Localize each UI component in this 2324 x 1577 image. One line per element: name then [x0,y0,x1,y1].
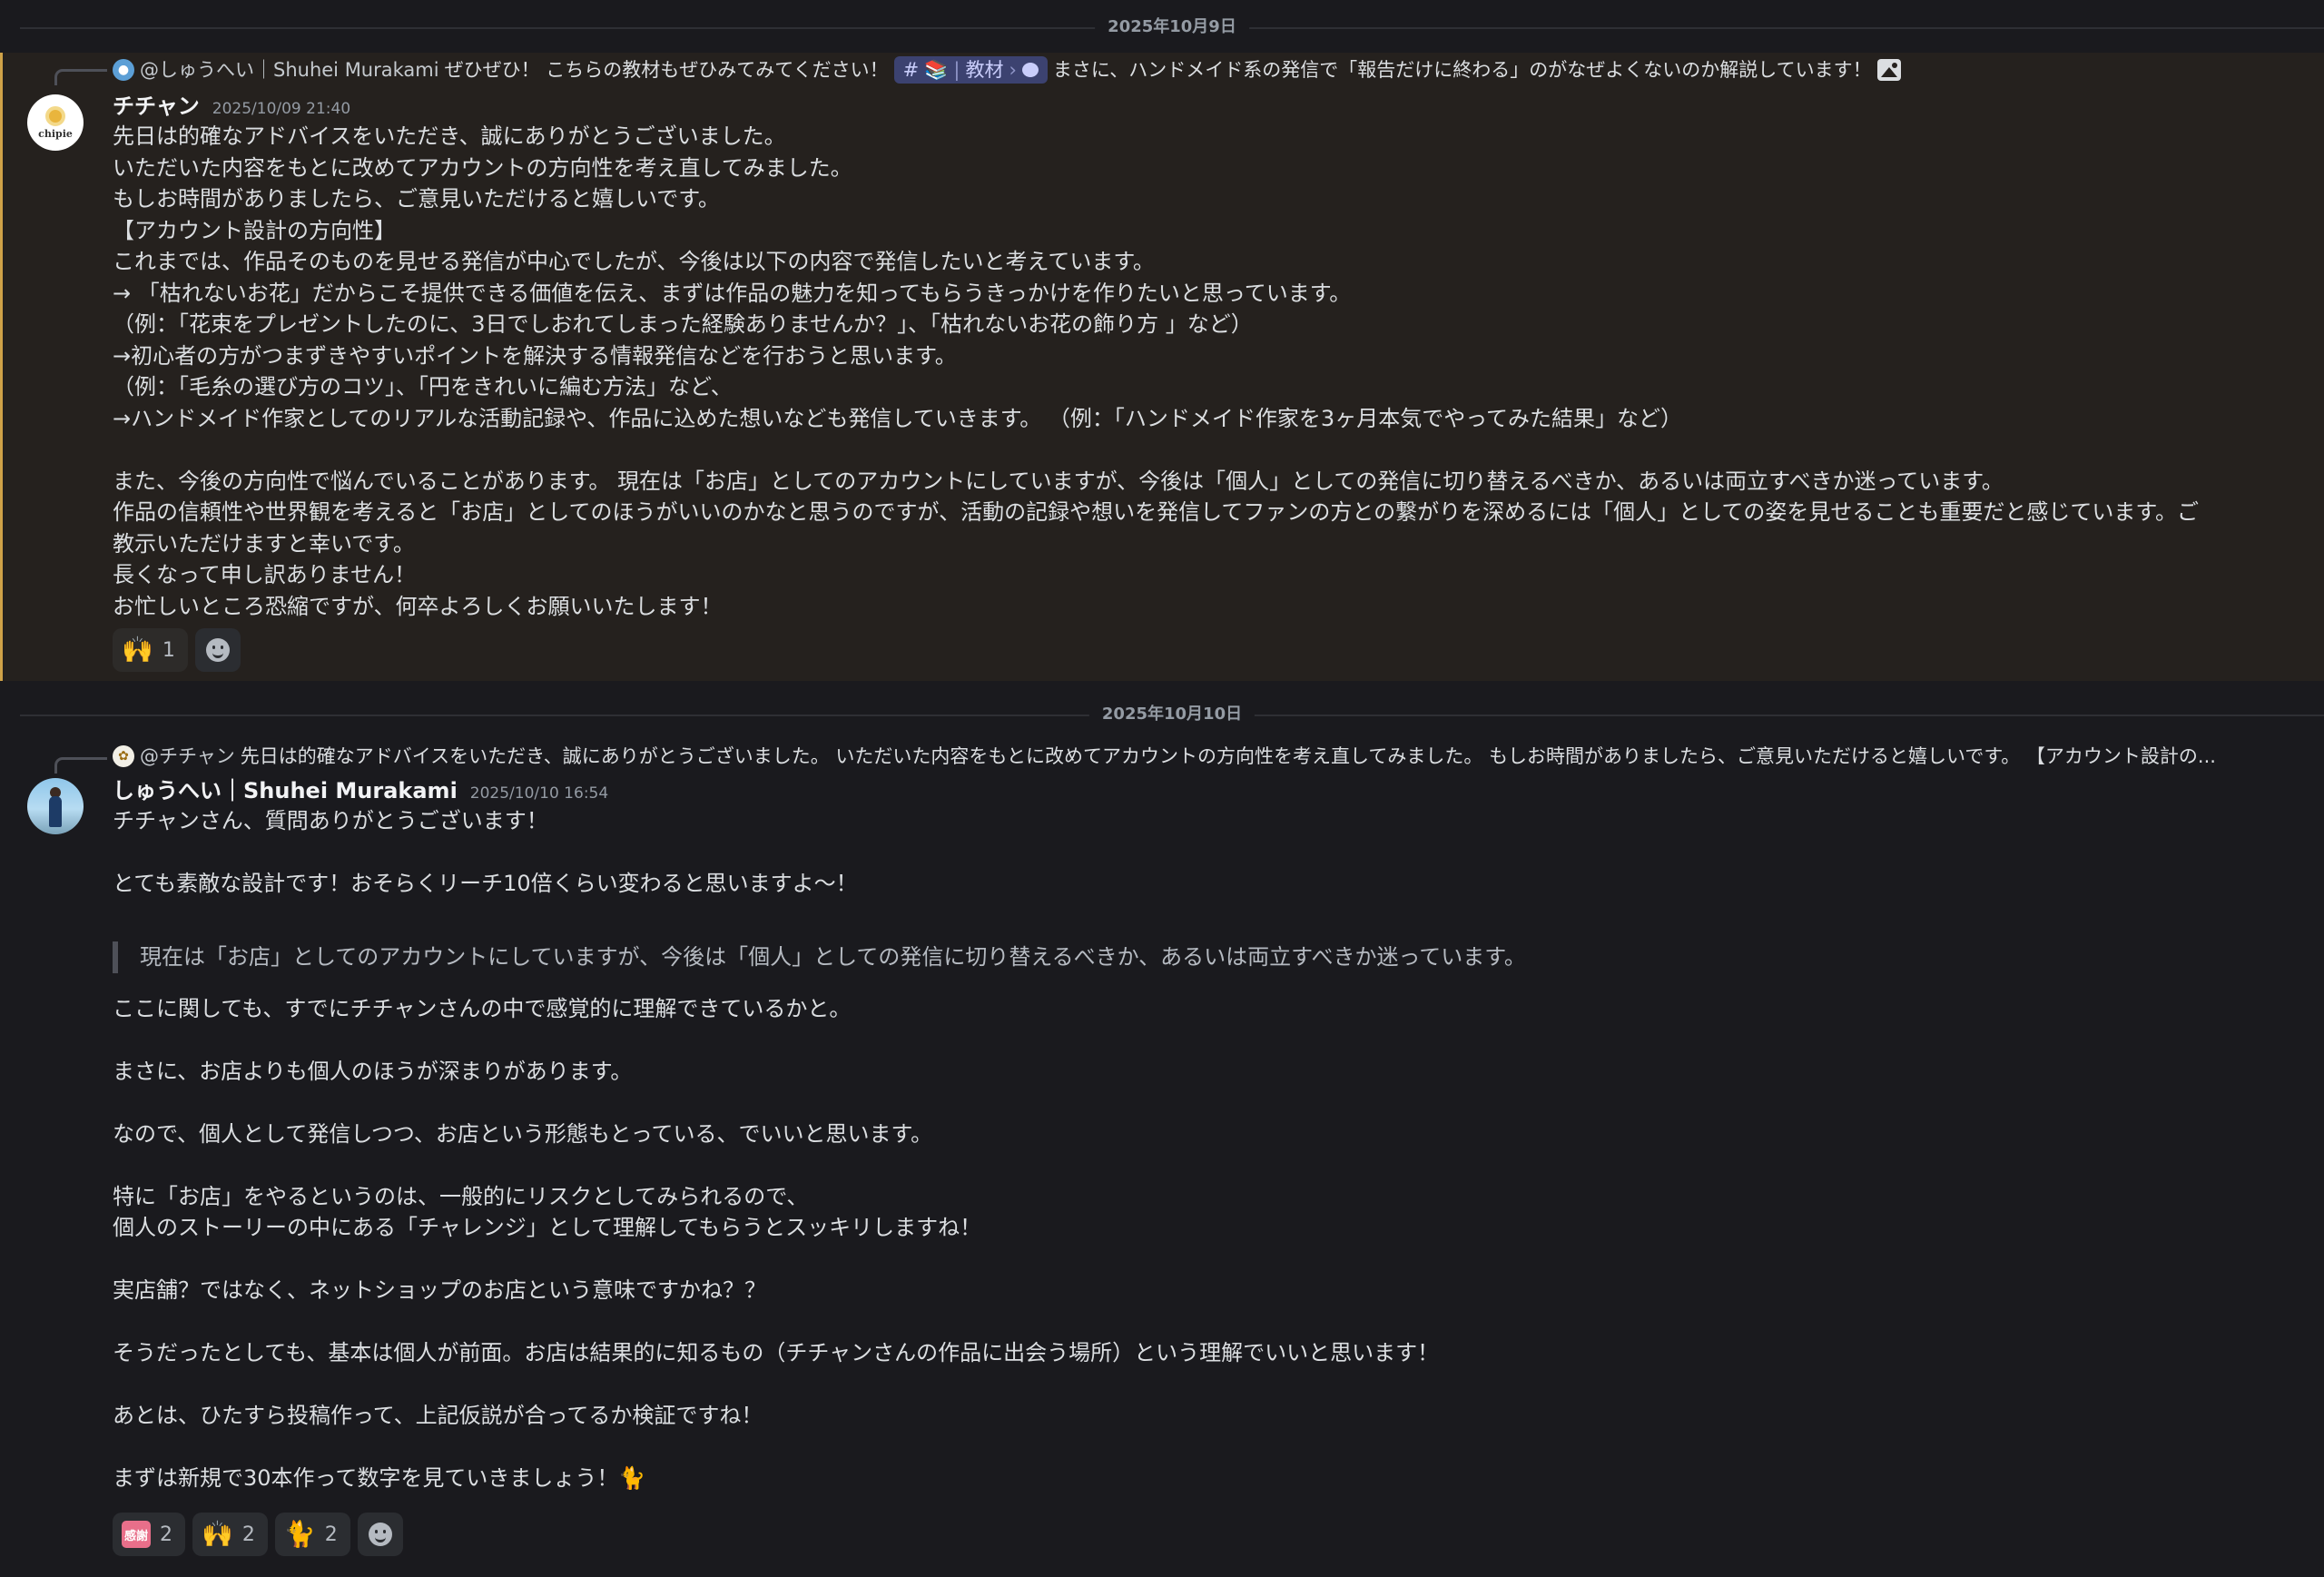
cat-icon: 🐈 [283,1519,316,1549]
avatar-logo-text: chipie [38,127,73,140]
message-line: もしお時間がありましたら、ご意見いただけると嬉しいです。 [113,186,720,212]
date-divider: 2025年10月10日 [20,704,2324,725]
reaction-kansha[interactable]: 感謝 2 [113,1513,185,1556]
chat-view: 2025年10月9日 ● @しゅうへい｜Shuhei Murakami ぜひぜひ… [0,0,2324,1577]
reply-preview[interactable]: ✿ @チチャン 先日は的確なアドバイスをいただき、誠にありがとうございました。 … [113,741,2306,772]
message-line: 先日は的確なアドバイスをいただき、誠にありがとうございました。 [113,123,786,149]
books-icon: 📚 [924,59,949,81]
channel-name: 教材 [965,59,1004,81]
message-line [113,1244,2302,1276]
channel-separator: | [953,59,960,81]
message-line: いただいた内容をもとに改めてアカウントの方向性を考え直してみました。 [113,154,852,181]
message-line: （例：「花束をプレゼントしたのに、3日でしおれてしまった経験ありませんか？」、「… [113,311,1253,337]
reply-text-before: ぜひぜひ！ こちらの教材もぜひみてみてください！ [444,59,889,81]
message-line: これまでは、作品そのものを見せる発信が中心でしたが、今後は以下の内容で発信したい… [113,249,1155,274]
message-line: 長くなって申し訳ありません！ [113,562,417,587]
message-line [113,1369,2302,1401]
message-line [113,1149,2302,1181]
message-line: また、今後の方向性で悩んでいることがあります。 現在は「お店」としてのアカウント… [113,468,2004,494]
raised-hands-icon: 🙌 [202,1519,233,1549]
message-header: チチャン 2025/10/09 21:40 [113,91,350,122]
smile-plus-icon [205,638,230,662]
speech-bubble-icon [1021,63,1039,77]
reaction-cat[interactable]: 🐈 2 [274,1513,350,1556]
message-line: なので、個人として発信しつつ、お店という形態もとっている、でいいと思います。 [113,1120,933,1147]
avatar-person-body [49,796,62,827]
avatar[interactable]: chipie [27,94,84,151]
message-line: →初心者の方がつまずきやすいポイントを解決する情報発信などを行おうと思います。 [113,342,957,369]
message-line: まずは新規で30本作って数字を見ていきましょう！🐈 [113,1465,646,1491]
message-line [113,1432,2302,1464]
chevron-right-icon: › [1009,59,1017,81]
message-line: 教示いただけますと幸いです。 [113,530,415,557]
message-line: 作品の信頼性や世界観を考えると「お店」としてのほうがいいのかなと思うのですが、活… [113,499,2199,525]
message-line: お忙しいところ恐縮ですが、何卒よろしくお願いいたします！ [113,593,723,619]
message-body: 先日は的確なアドバイスをいただき、誠にありがとうございました。 いただいた内容を… [113,121,2302,622]
message-line: 【アカウント設計の方向性】 [113,217,396,243]
message-line: →ハンドメイド作家としてのリアルな活動記録や、作品に込めた想いなども発信していき… [113,405,1683,431]
raised-hands-icon: 🙌 [122,635,153,665]
message-body: チチャンさん、質問ありがとうございます！ とても素敵な設計です！おそらくリーチ1… [113,805,2302,1494]
channel-hash-icon: # [902,59,920,81]
message-line [113,434,2302,466]
message-line: まさに、お店よりも個人のほうが深まりがあります。 [113,1058,633,1084]
reply-connector [54,757,107,774]
message-timestamp[interactable]: 2025/10/09 21:40 [212,94,350,124]
author-name[interactable]: しゅうへい｜Shuhei Murakami [113,775,458,806]
reaction-count: 2 [160,1523,172,1546]
message-timestamp[interactable]: 2025/10/10 16:54 [470,778,608,809]
message-line: 実店舗？ではなく、ネットショップのお店という意味ですかね？？ [113,1277,766,1303]
quote-text: 現在は「お店」としてのアカウントにしていますが、今後は「個人」としての発信に切り… [140,944,1526,970]
reaction-raised-hands[interactable]: 🙌 1 [113,628,188,672]
message-line: とても素敵な設計です！おそらくリーチ10倍くらい変わると思いますよ〜！ [113,871,858,896]
message-line: そうだったとしても、基本は個人が前面。お店は結果的に知るもの（チチャンさんの作品… [113,1340,1440,1365]
message-line: → 「枯れないお花」だからこそ提供できる価値を伝え、まずは作品の魅力を知ってもら… [113,280,1352,306]
mention-highlight-bar [0,53,3,681]
reply-preview[interactable]: ● @しゅうへい｜Shuhei Murakami ぜひぜひ！ こちらの教材もぜひ… [113,54,2306,85]
reply-text-after: まさに、ハンドメイド系の発信で「報告だけに終わる」のがなぜよくないのか解説してい… [1052,59,1872,81]
reaction-count: 2 [241,1523,255,1546]
reply-mention[interactable]: @しゅうへい｜Shuhei Murakami [140,54,439,85]
add-reaction-button[interactable] [194,628,241,672]
message-line [113,837,2302,869]
message-line: 個人のストーリーの中にある「チャレンジ」として理解してもらうとスッキリしますね！ [113,1215,982,1240]
reply-avatar: ● [113,59,134,81]
add-reaction-button[interactable] [357,1513,403,1556]
message-line: 特に「お店」をやるというのは、一般的にリスクとしてみられるので、 [113,1183,809,1209]
reply-avatar: ✿ [113,745,134,767]
reaction-raised-hands[interactable]: 🙌 2 [192,1513,268,1556]
reaction-count: 1 [162,638,175,662]
flower-icon [45,105,65,126]
date-divider-label: 2025年10月9日 [1095,16,1249,38]
message-line [113,1024,2302,1056]
message-line: あとは、ひたすら投稿作って、上記仮説が合ってるか検証ですね！ [113,1403,763,1428]
reply-mention[interactable]: @チチャン [140,741,235,772]
channel-mention[interactable]: # 📚 | 教材 › [893,56,1048,84]
kansha-icon: 感謝 [122,1521,151,1548]
reaction-count: 2 [324,1523,338,1546]
message-line [113,1087,2302,1119]
image-icon [1876,59,1901,81]
date-divider: 2025年10月9日 [20,16,2324,38]
message-line [113,1306,2302,1338]
message-line: ここに関しても、すでにチチャンさんの中で感覚的に理解できているかと。 [113,995,852,1021]
date-divider-label: 2025年10月10日 [1088,704,1256,725]
reaction-bar: 感謝 2 🙌 2 🐈 2 [113,1513,403,1556]
smile-plus-icon [368,1523,392,1546]
message-line: チチャンさん、質問ありがとうございます！ [113,808,548,833]
message-line: （例：「毛糸の選び方のコツ」、「円をきれいに編む方法」など、 [113,374,733,399]
message-header: しゅうへい｜Shuhei Murakami 2025/10/10 16:54 [113,775,608,806]
reply-connector [54,69,107,85]
avatar[interactable] [27,778,84,834]
reply-text: 先日は的確なアドバイスをいただき、誠にありがとうございました。 いただいた内容を… [240,745,2216,767]
author-name[interactable]: チチャン [113,91,200,122]
reaction-bar: 🙌 1 [113,628,241,672]
block-quote: 現在は「お店」としてのアカウントにしていますが、今後は「個人」としての発信に切り… [113,941,2302,973]
